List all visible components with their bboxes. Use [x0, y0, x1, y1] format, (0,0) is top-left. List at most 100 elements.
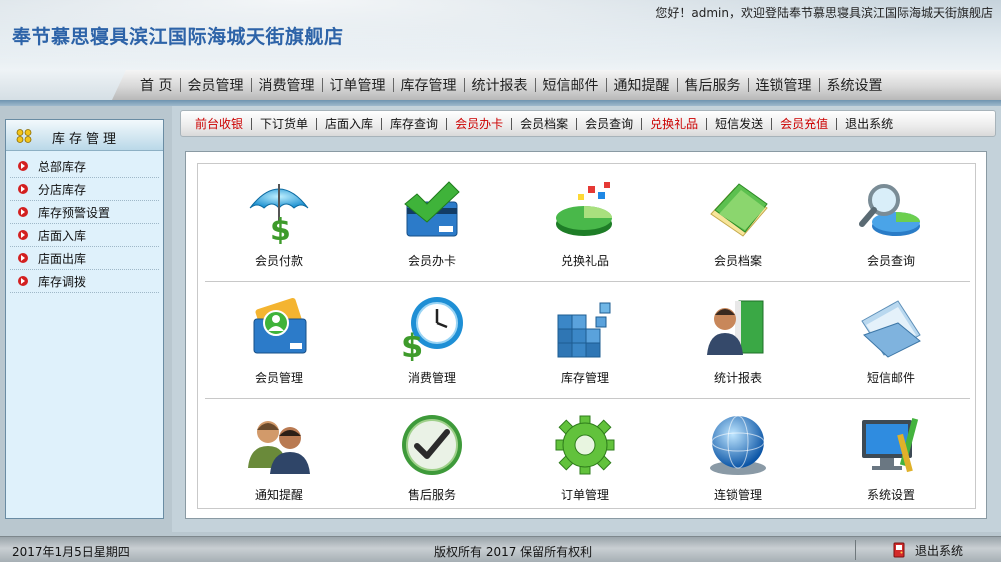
tile-sms-email[interactable]: 短信邮件	[816, 283, 966, 393]
nav-separator	[322, 78, 324, 92]
tile-label: 统计报表	[713, 371, 762, 385]
arrow-right-icon	[18, 253, 28, 263]
sidebar-item-label: 库存调拨	[38, 274, 87, 289]
nav-item-system-settings[interactable]: 系统设置	[826, 75, 882, 95]
nav-item-notifications[interactable]: 通知提醒	[613, 75, 669, 95]
arrow-right-icon	[18, 207, 28, 217]
tile-label: 售后服务	[407, 488, 456, 502]
tile-label: 消费管理	[407, 371, 456, 385]
nav-separator	[677, 78, 679, 92]
tile-label: 会员档案	[713, 254, 762, 268]
sidebar-header: 库存管理	[6, 120, 163, 151]
quick-member-query[interactable]: 会员查询	[585, 115, 633, 132]
tile-label: 连锁管理	[713, 488, 762, 502]
nav-item-order-mgmt[interactable]: 订单管理	[329, 75, 385, 95]
nav-item-inventory-mgmt[interactable]: 库存管理	[400, 75, 456, 95]
tile-label: 系统设置	[866, 488, 915, 502]
tile-inventory-mgmt[interactable]: 库存管理	[510, 283, 660, 393]
sidebar-item-stock-transfer[interactable]: 库存调拨	[10, 270, 159, 293]
nav-separator	[393, 78, 395, 92]
quick-member-card[interactable]: 会员办卡	[455, 115, 503, 132]
quick-separator	[641, 117, 643, 130]
tile-label: 会员办卡	[407, 254, 456, 268]
quick-separator	[316, 117, 318, 130]
tile-label: 会员付款	[254, 254, 303, 268]
tile-redeem-gift[interactable]: 兑换礼品	[510, 166, 660, 276]
tile-reports[interactable]: 统计报表	[663, 283, 813, 393]
magnifier-icon	[859, 184, 920, 236]
nav-item-consumption-mgmt[interactable]: 消费管理	[258, 75, 314, 95]
quick-separator	[381, 117, 383, 130]
quick-cashier[interactable]: 前台收银	[195, 115, 243, 132]
tile-system-settings[interactable]: 系统设置	[816, 400, 966, 510]
tile-consumption-mgmt[interactable]: $ 消费管理	[357, 283, 507, 393]
sidebar-item-hq-stock[interactable]: 总部库存	[10, 155, 159, 178]
clock-dollar-icon: $	[401, 297, 463, 361]
nav-item-sms-email[interactable]: 短信邮件	[542, 75, 598, 95]
quick-redeem-gift[interactable]: 兑换礼品	[650, 115, 698, 132]
nav-item-home[interactable]: 首 页	[140, 75, 172, 95]
footer: 2017年1月5日星期四 版权所有 2017 保留所有权利 退出系统	[0, 536, 1001, 562]
nav-separator	[606, 78, 608, 92]
member-card-icon	[253, 297, 307, 354]
quick-sms-send[interactable]: 短信发送	[715, 115, 763, 132]
nav-separator	[748, 78, 750, 92]
sidebar-item-label: 店面入库	[38, 228, 87, 243]
tile-label: 库存管理	[560, 371, 609, 385]
arrow-right-icon	[18, 276, 28, 286]
nav-item-chain-mgmt[interactable]: 连锁管理	[755, 75, 811, 95]
svg-text:$: $	[401, 327, 423, 361]
quick-separator	[251, 117, 253, 130]
umbrella-dollar-icon: $	[249, 184, 309, 244]
tile-label: 会员管理	[254, 371, 303, 385]
quick-separator	[511, 117, 513, 130]
quick-member-topup[interactable]: 会员充值	[780, 115, 828, 132]
quick-separator	[576, 117, 578, 130]
quick-logout[interactable]: 退出系统	[845, 115, 893, 132]
nav-separator	[535, 78, 537, 92]
card-check-icon	[404, 181, 460, 237]
nav-item-reports[interactable]: 统计报表	[471, 75, 527, 95]
tile-chain-mgmt[interactable]: 连锁管理	[663, 400, 813, 510]
nav-item-member-mgmt[interactable]: 会员管理	[187, 75, 243, 95]
pie-chart-icon	[556, 182, 612, 236]
nav-items: 首 页 会员管理 消费管理 订单管理 库存管理 统计报表 短信邮件 通知提醒 售…	[140, 70, 882, 100]
nav-item-after-sales[interactable]: 售后服务	[684, 75, 740, 95]
folder-icon	[710, 183, 768, 237]
sidebar-item-store-inbound[interactable]: 店面入库	[10, 224, 159, 247]
cubes-icon	[557, 302, 611, 358]
quick-store-inbound[interactable]: 店面入库	[325, 115, 373, 132]
sidebar-item-label: 库存预警设置	[38, 205, 111, 220]
quick-place-order[interactable]: 下订货单	[260, 115, 308, 132]
quick-stock-query[interactable]: 库存查询	[390, 115, 438, 132]
tile-notifications[interactable]: 通知提醒	[204, 400, 354, 510]
sidebar-item-branch-stock[interactable]: 分店库存	[10, 178, 159, 201]
function-grid: $ 会员付款 会员办卡 兑换礼品 会员档案 会员查询 会员管理 $ 消费管理 库…	[197, 163, 976, 509]
tile-member-query[interactable]: 会员查询	[816, 166, 966, 276]
monitor-tools-icon	[862, 418, 919, 473]
tile-label: 订单管理	[560, 488, 609, 502]
checkmark-icon	[402, 415, 462, 475]
tile-label: 会员查询	[866, 254, 915, 268]
tile-label: 短信邮件	[866, 371, 915, 385]
quick-separator	[446, 117, 448, 130]
quick-separator	[836, 117, 838, 130]
tile-after-sales[interactable]: 售后服务	[357, 400, 507, 510]
sidebar-item-store-outbound[interactable]: 店面出库	[10, 247, 159, 270]
tile-order-mgmt[interactable]: 订单管理	[510, 400, 660, 510]
sidebar-item-label: 店面出库	[38, 251, 87, 266]
tile-member-records[interactable]: 会员档案	[663, 166, 813, 276]
sidebar-item-label: 总部库存	[38, 159, 87, 174]
sidebar-item-stock-alert[interactable]: 库存预警设置	[10, 201, 159, 224]
tile-member-card[interactable]: 会员办卡	[357, 166, 507, 276]
gear-icon	[555, 415, 615, 475]
quick-member-records[interactable]: 会员档案	[520, 115, 568, 132]
tile-member-mgmt[interactable]: 会员管理	[204, 283, 354, 393]
tile-member-payment[interactable]: $ 会员付款	[204, 166, 354, 276]
nav-separator	[819, 78, 821, 92]
nav-separator	[180, 78, 182, 92]
row-divider	[205, 281, 970, 282]
sidebar-list: 总部库存 分店库存 库存预警设置 店面入库 店面出库 库存调拨	[6, 151, 163, 293]
logout-button[interactable]: 退出系统	[893, 541, 963, 559]
logout-label: 退出系统	[915, 543, 964, 558]
